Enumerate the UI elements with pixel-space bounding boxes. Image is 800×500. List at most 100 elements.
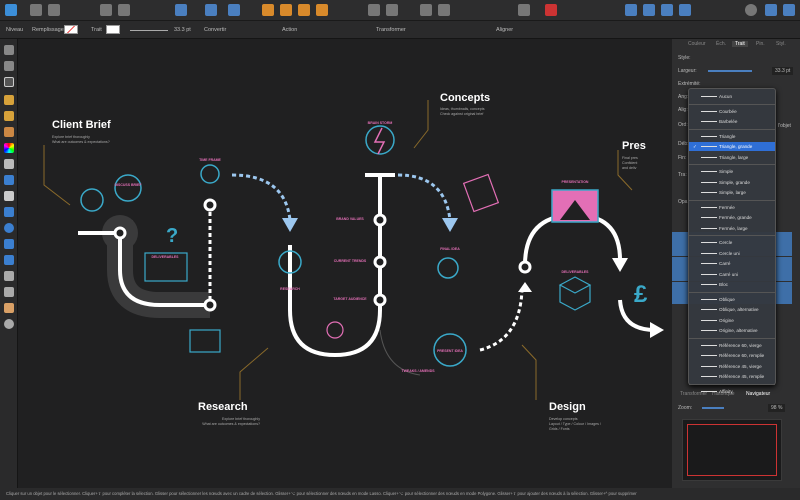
arrange-icon[interactable] xyxy=(298,4,310,16)
object-label: l'objet xyxy=(778,123,791,129)
menu-item[interactable]: Oblique, alternative xyxy=(689,305,775,314)
document-icon[interactable] xyxy=(100,4,112,16)
menu-item[interactable]: Référence 60, vierge xyxy=(689,341,775,350)
shape-tool-icon[interactable] xyxy=(4,239,14,249)
align-icon[interactable] xyxy=(368,4,380,16)
align-icon[interactable] xyxy=(438,4,450,16)
app-logo-icon[interactable] xyxy=(5,4,17,16)
menu-item[interactable]: Simple, grande xyxy=(689,178,775,187)
navigator-preview[interactable] xyxy=(682,419,782,481)
crop-tool-icon[interactable] xyxy=(4,175,14,185)
stroke-width-value[interactable]: 33.3 pt xyxy=(174,27,191,33)
section-text: Explore brief thoroughly What are outcome… xyxy=(52,135,110,144)
zoom-tool-icon[interactable] xyxy=(4,319,14,329)
menu-item[interactable]: Triangle, large xyxy=(689,153,775,162)
menu-item[interactable]: Barbelée xyxy=(689,117,775,126)
stroke-width-slider[interactable] xyxy=(130,30,168,31)
tab-stroke[interactable]: Trait xyxy=(732,41,748,47)
arrange-icon[interactable] xyxy=(280,4,292,16)
main-toolbar xyxy=(0,0,800,21)
boolean-icon[interactable] xyxy=(643,4,655,16)
tab-styles[interactable]: Styl. xyxy=(776,41,786,47)
snap-icon[interactable] xyxy=(175,4,187,16)
pencil-tool-icon[interactable] xyxy=(4,111,14,121)
view-mode-icon[interactable] xyxy=(745,4,757,16)
align-icon[interactable] xyxy=(386,4,398,16)
arrowhead-dropdown-menu[interactable]: Aucun Courbée Barbelée Triangle ✓ Triangle, g… xyxy=(688,88,776,394)
arrange-icon[interactable] xyxy=(316,4,328,16)
boolean-icon[interactable] xyxy=(679,4,691,16)
view-icon[interactable] xyxy=(783,4,795,16)
boolean-icon[interactable] xyxy=(625,4,637,16)
svg-text:FINAL IDEA: FINAL IDEA xyxy=(440,247,460,251)
transparency-tool-icon[interactable] xyxy=(4,159,14,169)
tab-swatches[interactable]: Éch. xyxy=(716,41,726,47)
brush-tool-icon[interactable] xyxy=(4,127,14,137)
tools-sidebar xyxy=(0,39,18,488)
node-tool-icon[interactable] xyxy=(4,61,14,71)
ellipse-tool-icon[interactable] xyxy=(4,223,14,233)
persona-icon[interactable] xyxy=(48,4,60,16)
fill-tool-icon[interactable] xyxy=(4,143,14,153)
menu-item[interactable]: Courbée xyxy=(689,107,775,116)
zoom-slider[interactable] xyxy=(702,407,724,409)
width-value[interactable]: 33.3 pt xyxy=(772,67,794,75)
menu-item[interactable]: Bloc xyxy=(689,280,775,289)
view-icon[interactable] xyxy=(765,4,777,16)
menu-item[interactable]: Simple, large xyxy=(689,188,775,197)
snap-icon[interactable] xyxy=(205,4,217,16)
menu-item[interactable]: ✓ Triangle, grande xyxy=(689,142,775,151)
design-canvas[interactable]: ? £ DISCUSS BRIEF TIME FRAME BRAIN STORM… xyxy=(18,39,672,488)
lightbulb-icon xyxy=(437,257,459,279)
triangle-tool-icon[interactable] xyxy=(4,255,14,265)
rectangle-tool-icon[interactable] xyxy=(4,207,14,217)
navigator-viewport[interactable] xyxy=(687,424,777,476)
text-tool-icon[interactable] xyxy=(4,271,14,281)
arrange-icon[interactable] xyxy=(262,4,274,16)
menu-item[interactable]: Triangle xyxy=(689,132,775,141)
menu-item[interactable]: Cercle uni xyxy=(689,249,775,258)
menu-item[interactable]: Origine xyxy=(689,316,775,325)
menu-separator xyxy=(689,199,775,201)
color-picker-icon[interactable] xyxy=(545,4,557,16)
context-toolbar: Niveau Remplissage Trait 33.3 pt Convert… xyxy=(0,21,800,39)
path-shadow xyxy=(107,220,210,318)
image-tool-icon[interactable] xyxy=(4,191,14,201)
selected-tool-icon[interactable] xyxy=(4,77,14,87)
svg-text:DELIVERABLES: DELIVERABLES xyxy=(561,270,589,274)
menu-item[interactable]: Aucun xyxy=(689,92,775,101)
menu-item[interactable]: Oblique xyxy=(689,295,775,304)
menu-item[interactable]: Référence 45, remplie xyxy=(689,372,775,381)
menu-item[interactable]: Fermée, large xyxy=(689,224,775,233)
stroke-swatch[interactable] xyxy=(106,25,120,34)
menu-item[interactable]: Origine, alternative xyxy=(689,326,775,335)
menu-item[interactable]: Carré uni xyxy=(689,270,775,279)
dashed-path xyxy=(479,289,524,352)
settings-icon[interactable] xyxy=(118,4,130,16)
menu-item[interactable]: Référence 60, remplie xyxy=(689,351,775,360)
align-icon[interactable] xyxy=(420,4,432,16)
section-text: Explore brief thoroughly What are outcome… xyxy=(202,417,260,426)
menu-item[interactable]: Affinity xyxy=(689,387,775,396)
menu-item[interactable]: Simple xyxy=(689,167,775,176)
tab-brushes[interactable]: Pin. xyxy=(756,41,765,47)
lightning-icon xyxy=(373,127,386,155)
persona-icon[interactable] xyxy=(30,4,42,16)
hand-tool-icon[interactable] xyxy=(4,303,14,313)
move-tool-icon[interactable] xyxy=(4,45,14,55)
pen-tool-icon[interactable] xyxy=(4,95,14,105)
fill-swatch[interactable] xyxy=(64,25,78,34)
transform-icon[interactable] xyxy=(518,4,530,16)
snap-icon[interactable] xyxy=(228,4,240,16)
tab-color[interactable]: Couleur xyxy=(688,41,706,47)
menu-item[interactable]: Carré xyxy=(689,259,775,268)
menu-item[interactable]: Fermée, grande xyxy=(689,213,775,222)
menu-item[interactable]: Fermée xyxy=(689,203,775,212)
menu-item[interactable]: Cercle xyxy=(689,238,775,247)
width-slider[interactable] xyxy=(708,70,752,72)
zoom-label: Zoom: xyxy=(678,405,693,411)
zoom-value[interactable]: 98 % xyxy=(768,404,786,412)
menu-item[interactable]: Référence 45, vierge xyxy=(689,362,775,371)
artistic-text-icon[interactable] xyxy=(4,287,14,297)
boolean-icon[interactable] xyxy=(661,4,673,16)
